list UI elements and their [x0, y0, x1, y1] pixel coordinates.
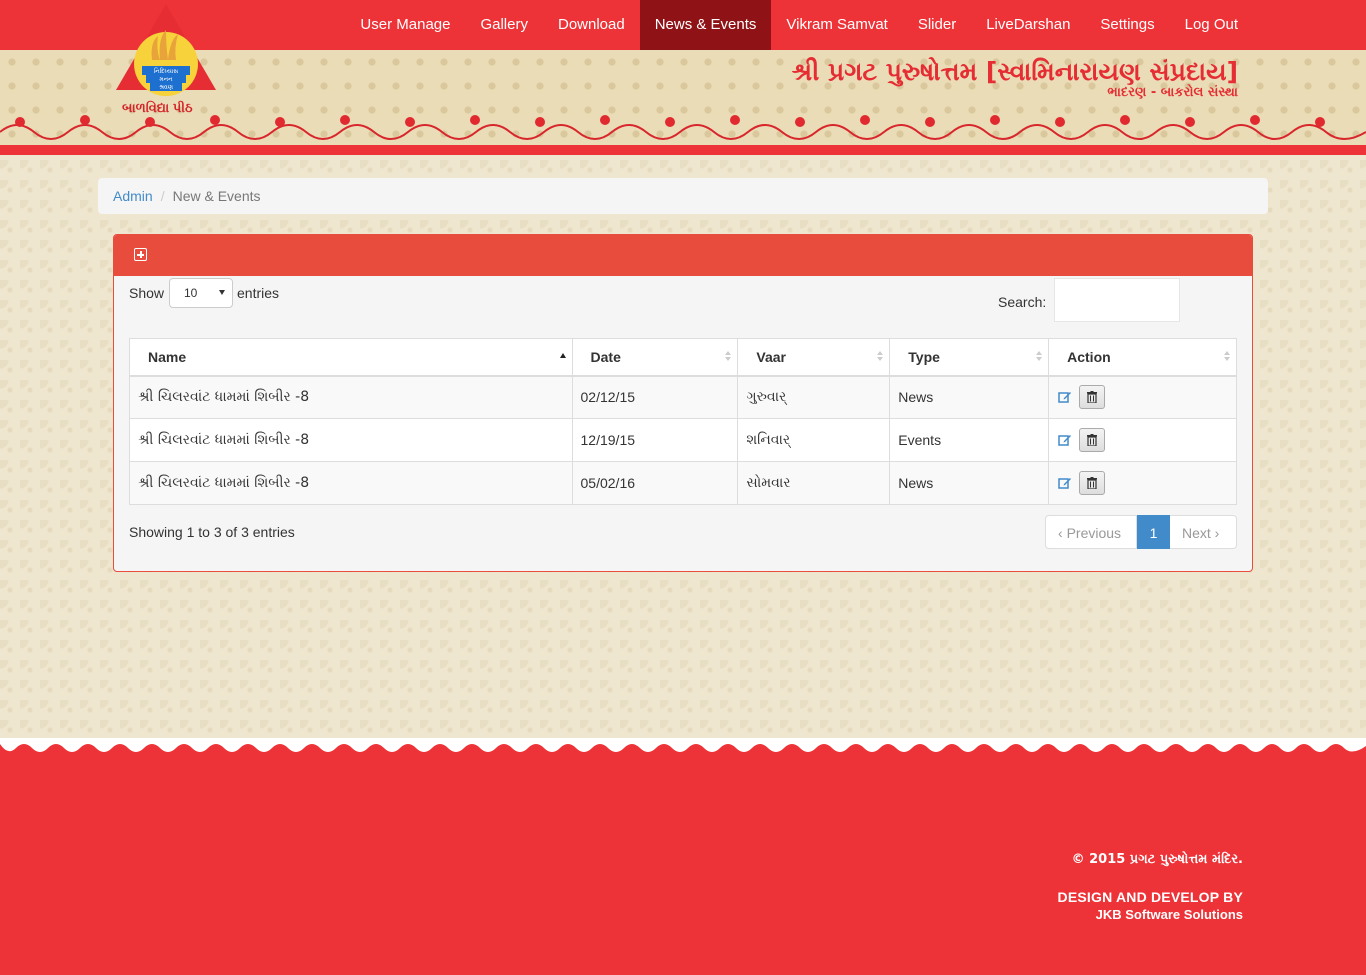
cell-date: 05/02/16	[571, 461, 739, 505]
cell-date: 02/12/15	[571, 375, 739, 419]
add-panel-icon[interactable]	[134, 248, 147, 261]
page-1-button[interactable]: 1	[1137, 515, 1170, 549]
news-events-panel: Show 10 entries Search: Name Date Vaar T…	[113, 234, 1253, 572]
trash-icon	[1087, 477, 1098, 489]
cell-vaar: શનિવાર્	[737, 418, 891, 462]
column-header-date[interactable]: Date	[571, 338, 739, 377]
nav-user-manage[interactable]: User Manage	[345, 0, 465, 50]
table-row: શ્રી ચિલરવાંટ ધામમાં શિબીર -8 02/12/15 ગ…	[129, 375, 1237, 419]
sort-icon	[1036, 351, 1043, 363]
logo-caption: બાળવિદ્યા પીઠ	[122, 100, 193, 115]
cell-action	[1048, 375, 1237, 419]
sort-icon	[725, 351, 732, 363]
column-header-name[interactable]: Name	[129, 338, 573, 377]
table-info: Showing 1 to 3 of 3 entries	[129, 524, 295, 540]
table-header-row: Name Date Vaar Type Action	[129, 338, 1237, 377]
pagination: ‹ Previous 1 Next ›	[1045, 515, 1237, 549]
footer-scallop-border	[0, 738, 1366, 752]
logo-badge-line-3: શ્રવણ	[159, 84, 173, 91]
header-red-stripe	[0, 145, 1366, 155]
show-label: Show	[129, 285, 165, 301]
chevron-left-icon: ‹	[1058, 525, 1067, 541]
logo-badge-line-2: મનન	[159, 76, 173, 83]
search-label: Search:	[998, 294, 1047, 310]
edit-icon[interactable]	[1058, 476, 1072, 490]
nav-settings[interactable]: Settings	[1085, 0, 1169, 50]
entries-label: entries	[237, 285, 280, 301]
column-header-type[interactable]: Type	[889, 338, 1050, 377]
edit-icon[interactable]	[1058, 390, 1072, 404]
nav-slider[interactable]: Slider	[903, 0, 971, 50]
panel-header	[114, 235, 1252, 276]
nav-livedarshan[interactable]: LiveDarshan	[971, 0, 1085, 50]
previous-button[interactable]: ‹ Previous	[1045, 515, 1137, 549]
main-nav: User Manage Gallery Download News & Even…	[345, 0, 1253, 50]
nav-news-events[interactable]: News & Events	[639, 0, 772, 50]
site-title: શ્રી પ્રગટ પુરુષોત્તમ [સ્વામિનારાયણ સંપ્…	[791, 57, 1238, 86]
next-button[interactable]: Next ›	[1170, 515, 1237, 549]
nav-log-out[interactable]: Log Out	[1170, 0, 1253, 50]
search-input[interactable]	[1054, 278, 1180, 322]
cell-type: News	[889, 461, 1050, 505]
trash-icon	[1087, 434, 1098, 446]
sort-icon	[877, 351, 884, 363]
footer-copyright: © 2015 પ્રગટ પુરુષોત્તમ મંદિર.	[1071, 852, 1243, 867]
sort-icon	[1224, 351, 1230, 363]
chevron-right-icon: ›	[1210, 525, 1220, 541]
cell-action	[1048, 418, 1237, 462]
cell-name: શ્રી ચિલરવાંટ ધામમાં શિબીર -8	[129, 461, 573, 505]
cell-type: Events	[889, 418, 1050, 462]
cell-name: શ્રી ચિલરવાંટ ધામમાં શિબીર -8	[129, 418, 573, 462]
news-events-table: Name Date Vaar Type Action શ્રી ચિલરવાંટ…	[129, 338, 1237, 505]
column-header-vaar[interactable]: Vaar	[737, 338, 891, 377]
breadcrumb-admin-link[interactable]: Admin	[113, 188, 153, 204]
nav-download[interactable]: Download	[543, 0, 640, 50]
breadcrumb-separator: /	[160, 188, 165, 204]
site-header: User Manage Gallery Download News & Even…	[0, 0, 1366, 155]
delete-button[interactable]	[1079, 385, 1106, 410]
site-footer: © 2015 પ્રગટ પુરુષોત્તમ મંદિર. DESIGN AN…	[0, 738, 1366, 975]
cell-vaar: સોમવાર	[737, 461, 891, 505]
logo-badge-line-1: નિદિધ્યાસ	[154, 67, 178, 75]
chevron-down-icon	[219, 290, 225, 295]
delete-button[interactable]	[1079, 428, 1106, 452]
cell-vaar: ગુરુવાર્	[737, 375, 891, 419]
table-row: શ્રી ચિલરવાંટ ધામમાં શિબીર -8 05/02/16 સ…	[129, 461, 1237, 505]
delete-button[interactable]	[1079, 471, 1106, 495]
table-row: શ્રી ચિલરવાંટ ધામમાં શિબીર -8 12/19/15 શ…	[129, 418, 1237, 462]
site-subtitle: ભાદરણ - બાકરોલ સંસ્થા	[1107, 85, 1238, 100]
breadcrumb: Admin / New & Events	[98, 178, 1268, 214]
edit-icon[interactable]	[1058, 433, 1072, 447]
cell-date: 12/19/15	[571, 418, 739, 462]
footer-company-link[interactable]: JKB Software Solutions	[1096, 907, 1243, 922]
trash-icon	[1087, 391, 1098, 404]
breadcrumb-current: New & Events	[172, 188, 261, 204]
page-size-value: 10	[184, 286, 198, 300]
nav-vikram-samvat[interactable]: Vikram Samvat	[771, 0, 902, 50]
cell-name: શ્રી ચિલરવાંટ ધામમાં શિબીર -8	[129, 375, 573, 419]
sort-asc-icon	[559, 351, 566, 363]
footer-design-label: DESIGN AND DEVELOP BY	[1057, 889, 1243, 905]
page-size-select[interactable]: 10	[169, 278, 233, 308]
nav-gallery[interactable]: Gallery	[465, 0, 543, 50]
column-header-action[interactable]: Action	[1048, 338, 1237, 377]
cell-type: News	[889, 375, 1050, 419]
cell-action	[1048, 461, 1237, 505]
